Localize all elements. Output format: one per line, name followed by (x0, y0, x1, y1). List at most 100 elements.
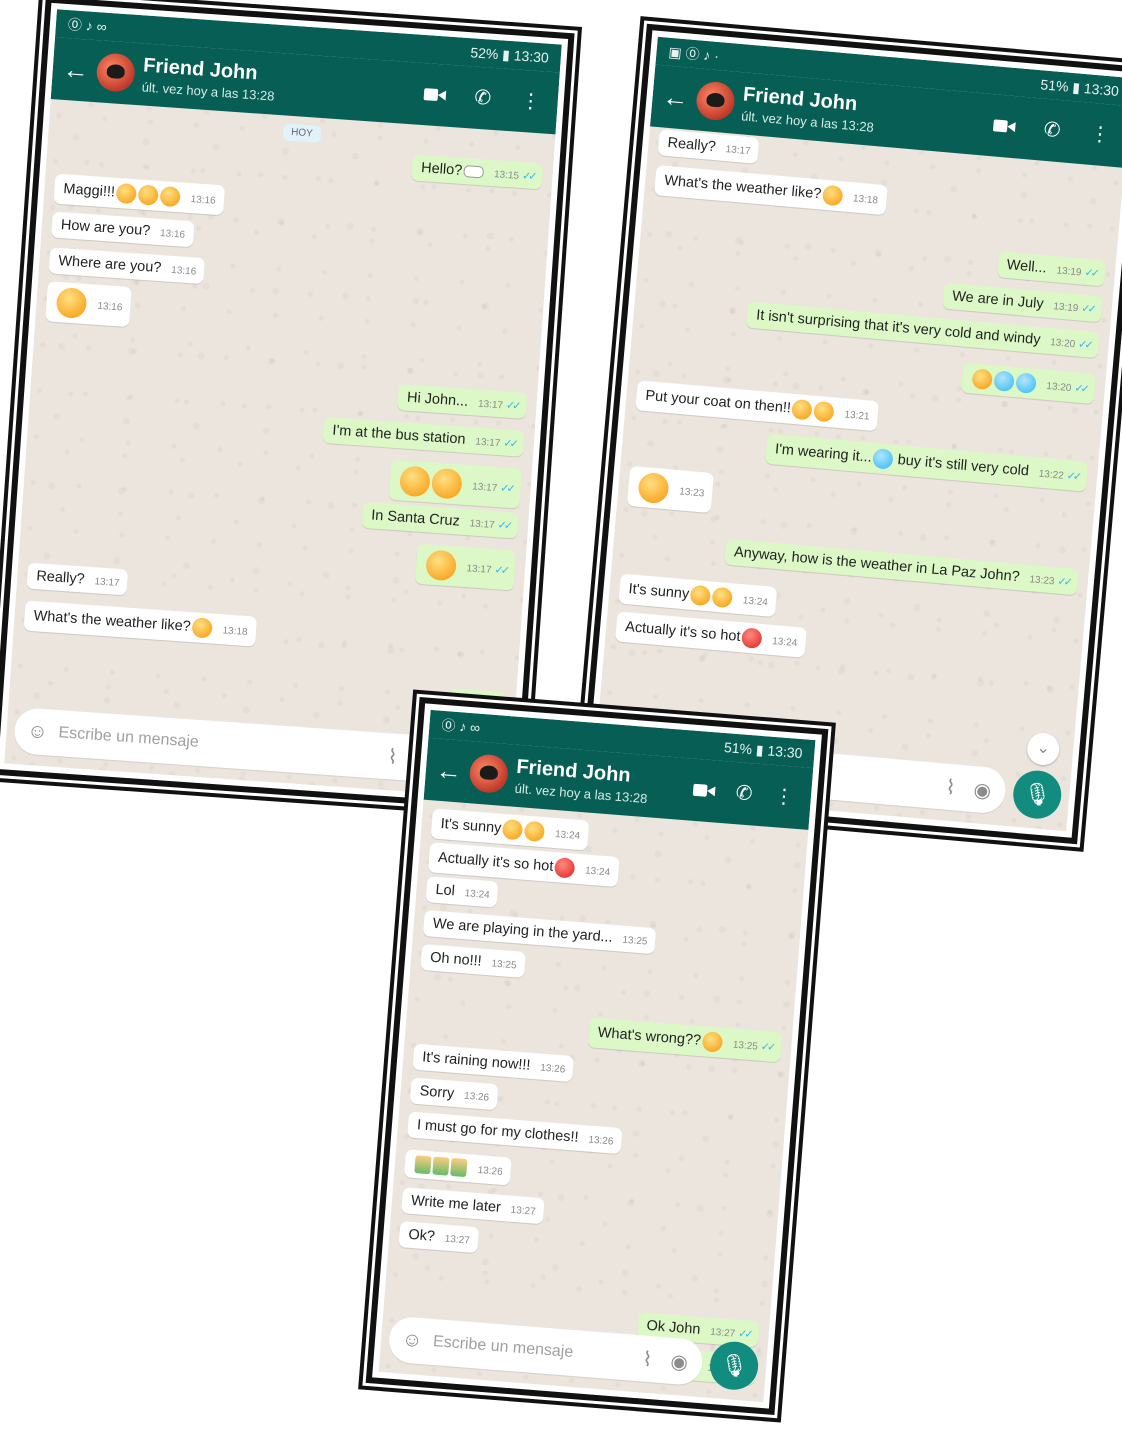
message-text: I must go for my clothes!! (416, 1117, 580, 1146)
outgoing-message[interactable]: In Santa Cruz 13:17 ✓✓ (361, 501, 519, 539)
contact-info[interactable]: Friend John últ. vez hoy a las 13:28 (741, 83, 988, 144)
message-text: Write me later (410, 1192, 502, 1216)
incoming-message[interactable]: Lol 13:24 (425, 876, 499, 908)
incoming-message[interactable]: It's raining now!!! 13:26 (412, 1043, 575, 1083)
incoming-message[interactable]: It's sunny 13:24 (618, 573, 778, 618)
incoming-message[interactable]: 13:23 (626, 465, 715, 514)
emoji-icon (55, 286, 88, 320)
read-ticks-icon: ✓✓ (494, 564, 508, 577)
message-placeholder: Escribe un mensaje (432, 1333, 574, 1362)
incoming-message[interactable]: 13:26 (403, 1149, 512, 1186)
incoming-message[interactable]: Oh no!!! 13:25 (420, 943, 526, 978)
message-time: 13:18 (852, 193, 879, 207)
outgoing-message[interactable]: What's wrong?? 13:25 ✓✓ (587, 1017, 783, 1063)
message-time: 13:27 (709, 1326, 736, 1340)
phone-call-icon[interactable]: ✆ (732, 782, 755, 805)
incoming-message[interactable]: What's the weather like? 13:18 (654, 165, 888, 216)
more-options-icon[interactable]: ⋮ (772, 785, 795, 809)
message-text: I'm wearing it... (774, 441, 873, 466)
incoming-message[interactable]: Ok? 13:27 (398, 1221, 479, 1254)
incoming-message[interactable]: What's the weather like? 13:18 (23, 600, 257, 647)
message-text: Hello? (420, 160, 463, 179)
read-ticks-icon: ✓✓ (1066, 469, 1080, 483)
video-call-icon[interactable] (692, 781, 715, 801)
outgoing-message[interactable]: 13:17 ✓✓ (414, 543, 517, 591)
message-text: I'm at the bus station (331, 422, 467, 448)
emoji-icon[interactable]: ☺ (400, 1328, 424, 1353)
back-arrow-icon[interactable]: ← (62, 54, 90, 86)
emoji-icon[interactable]: ☺ (26, 719, 50, 743)
message-time: 13:24 (742, 595, 769, 609)
message-time: 13:16 (190, 193, 216, 207)
incoming-message[interactable]: Write me later 13:27 (401, 1187, 545, 1225)
outgoing-message[interactable]: We are in July 13:19 ✓✓ (942, 282, 1103, 323)
outgoing-message[interactable]: Well... 13:19 ✓✓ (996, 251, 1107, 287)
message-time: 13:17 (471, 481, 498, 494)
microphone-button[interactable]: 🎙 (708, 1339, 760, 1392)
emoji-icon (992, 370, 1015, 392)
phone-call-icon[interactable]: ✆ (1040, 119, 1063, 142)
avatar[interactable] (468, 753, 510, 795)
message-text: We are playing in the yard... (432, 915, 614, 946)
chat-screen-1: ⓪ ♪ ∞ 52% ▮ 13:30 ← Friend John últ. vez… (4, 9, 562, 799)
message-time: 13:25 (622, 934, 648, 948)
back-arrow-icon[interactable]: ← (435, 755, 463, 787)
status-icons-left: ▣ ⓪ ♪ · (667, 43, 720, 65)
outgoing-message[interactable]: I'm at the bus station 13:17 ✓✓ (322, 416, 525, 457)
incoming-message[interactable]: Actually it's so hot 13:24 (614, 611, 807, 658)
message-time: 13:26 (477, 1164, 504, 1178)
incoming-message[interactable]: Maggi!!! 13:16 (53, 173, 225, 216)
message-text: Lol (434, 881, 456, 900)
camera-icon[interactable]: ◉ (970, 776, 994, 803)
status-clock: 52% ▮ 13:30 (469, 43, 550, 66)
attach-icon[interactable]: ⌇ (635, 1346, 659, 1373)
message-time: 13:15 (493, 169, 520, 182)
emoji-icon (689, 584, 711, 607)
message-list: It's sunny 13:24 Actually it's so hot 13:24… (384, 808, 808, 1386)
outgoing-message[interactable]: 13:20 ✓✓ (960, 362, 1097, 405)
message-text: How are you? (60, 217, 151, 240)
video-call-icon[interactable] (423, 85, 446, 104)
incoming-message[interactable]: Where are you? 13:16 (48, 247, 206, 285)
message-text: Oh no!!! (429, 949, 483, 970)
emoji-icon (462, 165, 484, 179)
message-time: 13:17 (477, 398, 504, 412)
emoji-icon (701, 1031, 723, 1053)
attach-icon[interactable]: ⌇ (939, 774, 963, 801)
more-options-icon[interactable]: ⋮ (1088, 123, 1111, 147)
incoming-message[interactable]: Really? 13:17 (26, 562, 129, 596)
incoming-message[interactable]: How are you? 13:16 (51, 211, 195, 248)
contact-info[interactable]: Friend John últ. vez hoy a las 13:28 (514, 756, 687, 809)
camera-icon[interactable]: ◉ (667, 1348, 691, 1375)
read-ticks-icon: ✓✓ (505, 399, 519, 413)
emoji-icon (1014, 372, 1037, 394)
incoming-message[interactable]: Sorry 13:26 (409, 1077, 499, 1111)
outgoing-message[interactable]: Hello? 13:15 ✓✓ (411, 154, 544, 190)
more-options-icon[interactable]: ⋮ (519, 90, 542, 113)
message-time: 13:16 (159, 228, 186, 241)
message-time: 13:22 (1038, 468, 1065, 482)
video-call-icon[interactable] (993, 116, 1016, 136)
back-arrow-icon[interactable]: ← (661, 81, 690, 113)
message-time: 13:24 (771, 635, 798, 649)
emoji-icon (790, 398, 813, 421)
microphone-button[interactable]: 🎙 (1011, 768, 1064, 821)
contact-info[interactable]: Friend John últ. vez hoy a las 13:28 (141, 54, 417, 113)
outgoing-message[interactable]: I'm wearing it... buy it's still very co… (764, 433, 1089, 492)
status-icons-left: ⓪ ♪ ∞ (440, 716, 481, 736)
incoming-message[interactable]: 13:16 (45, 281, 132, 328)
phone-call-icon[interactable]: ✆ (471, 87, 494, 110)
incoming-message[interactable]: I must go for my clothes!! 13:26 (407, 1111, 623, 1155)
incoming-message[interactable]: Put your coat on then!! 13:21 (635, 380, 879, 432)
outgoing-message[interactable]: 13:17 ✓✓ (388, 459, 523, 509)
attach-icon[interactable]: ⌇ (381, 743, 405, 769)
outgoing-message[interactable]: Anyway, how is the weather in La Paz Joh… (723, 538, 1080, 596)
avatar[interactable] (694, 80, 737, 122)
message-text: Actually it's so hot (437, 849, 554, 875)
message-time: 13:25 (491, 958, 517, 972)
avatar[interactable] (95, 52, 136, 93)
emoji-icon (430, 467, 463, 500)
outgoing-message[interactable]: Hi John... 13:17 ✓✓ (397, 384, 528, 419)
message-text: It's sunny (440, 815, 502, 837)
message-time: 13:16 (170, 264, 197, 278)
